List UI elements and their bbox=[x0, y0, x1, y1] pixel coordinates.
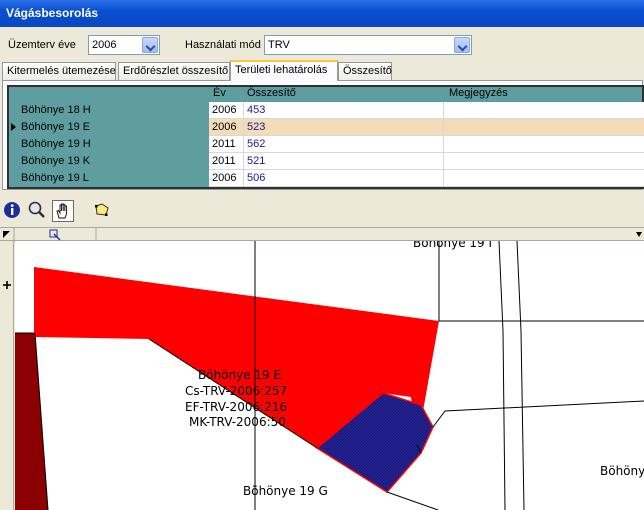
plan-year-value: 2006 bbox=[92, 39, 117, 51]
map-label-top: Böhönye 19 I bbox=[413, 241, 493, 250]
tab-panel: Év Összesítő Megjegyzés Böhönye 18 H 200… bbox=[2, 80, 644, 190]
usage-mode-select[interactable]: TRV bbox=[264, 35, 472, 55]
cell-note[interactable] bbox=[444, 170, 644, 187]
plan-year-label: Üzemterv éve bbox=[8, 39, 76, 51]
zoom-icon[interactable] bbox=[27, 200, 49, 222]
map-toolbar bbox=[0, 197, 644, 225]
table-row[interactable]: Böhönye 19 K 2011 521 bbox=[9, 153, 644, 170]
chevron-down-icon[interactable] bbox=[142, 37, 158, 53]
map-ruler bbox=[0, 227, 644, 242]
table-row[interactable]: Böhönye 18 H 2006 453 bbox=[9, 102, 644, 119]
cell-year[interactable]: 2006 bbox=[209, 119, 244, 136]
table-row[interactable]: Böhönye 19 H 2011 562 bbox=[9, 136, 644, 153]
data-grid: Év Összesítő Megjegyzés Böhönye 18 H 200… bbox=[7, 85, 644, 189]
row-name: Böhönye 19 L bbox=[21, 172, 89, 184]
map-label-bottom: Böhönye 19 G bbox=[243, 484, 328, 498]
cell-total[interactable]: 523 bbox=[244, 119, 444, 136]
table-row[interactable]: Böhönye 19 E 2006 523 bbox=[9, 119, 644, 136]
window-title: Vágásbesorolás bbox=[0, 0, 644, 27]
cell-total[interactable]: 562 bbox=[244, 136, 444, 153]
chevron-down-icon[interactable] bbox=[454, 37, 470, 53]
cell-year[interactable]: 2006 bbox=[209, 102, 244, 119]
row-name: Böhönye 19 E bbox=[21, 121, 91, 133]
map-left-ruler bbox=[0, 241, 14, 510]
plan-year-select[interactable]: 2006 bbox=[88, 35, 160, 55]
tab-erdoreszlet[interactable]: Erdőrészlet összesítő bbox=[118, 62, 230, 80]
row-name: Böhönye 19 K bbox=[21, 155, 91, 167]
tab-osszesito[interactable]: Összesítő bbox=[338, 62, 392, 80]
cell-total[interactable]: 521 bbox=[244, 153, 444, 170]
map-label-mk: MK-TRV-2006:50 bbox=[189, 415, 286, 429]
column-header-year[interactable]: Év bbox=[211, 87, 226, 101]
cell-year[interactable]: 2011 bbox=[209, 136, 244, 153]
cell-year[interactable]: 2006 bbox=[209, 170, 244, 187]
pan-hand-icon[interactable] bbox=[52, 200, 74, 222]
map-label-cs: Cs-TRV-2006:257 bbox=[185, 384, 288, 398]
cell-total[interactable]: 506 bbox=[244, 170, 444, 187]
tab-kitermeles[interactable]: Kitermelés ütemezése bbox=[2, 62, 116, 80]
info-icon[interactable] bbox=[2, 200, 24, 222]
cell-note[interactable] bbox=[444, 119, 644, 136]
map-label-ef: EF-TRV-2006:216 bbox=[185, 400, 288, 414]
usage-mode-value: TRV bbox=[268, 39, 290, 51]
cell-note[interactable] bbox=[444, 136, 644, 153]
row-name: Böhönye 19 H bbox=[21, 138, 91, 150]
tab-teruleti[interactable]: Területi lehatárolás bbox=[230, 60, 338, 81]
column-header-note[interactable]: Megjegyzés bbox=[447, 87, 508, 101]
cell-total[interactable]: 453 bbox=[244, 102, 444, 119]
row-name: Böhönye 18 H bbox=[21, 104, 91, 116]
table-row[interactable]: Böhönye 19 L 2006 506 bbox=[9, 170, 644, 187]
map-label-right: Böhöny bbox=[600, 464, 644, 478]
select-polygon-icon[interactable] bbox=[92, 200, 114, 222]
dark-red-strip bbox=[15, 333, 48, 510]
cell-note[interactable] bbox=[444, 153, 644, 170]
cell-note[interactable] bbox=[444, 102, 644, 119]
map-view[interactable]: Böhönye 19 I Böhönye 19 E Cs-TRV-2006:25… bbox=[15, 241, 644, 510]
usage-mode-label: Használati mód bbox=[185, 39, 261, 51]
map-label-parcel: Böhönye 19 E bbox=[198, 368, 282, 382]
grid-header: Év Összesítő Megjegyzés bbox=[9, 87, 644, 101]
column-header-total[interactable]: Összesítő bbox=[245, 87, 296, 101]
cell-year[interactable]: 2011 bbox=[209, 153, 244, 170]
